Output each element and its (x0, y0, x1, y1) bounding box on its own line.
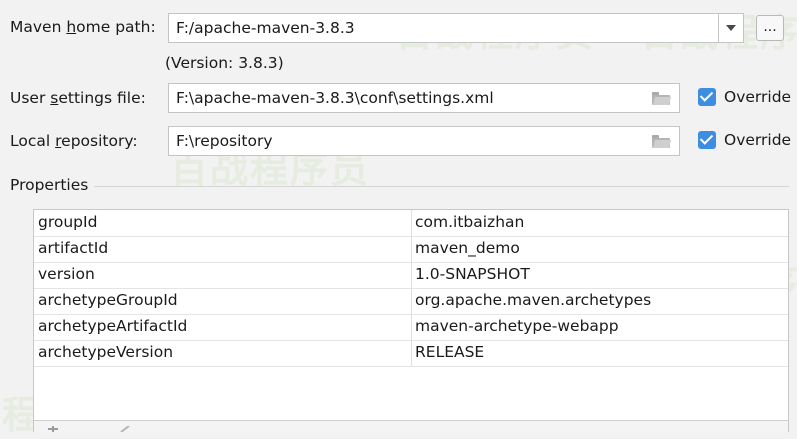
dropdown-button[interactable] (718, 14, 743, 42)
user-settings-field[interactable]: F:\apache-maven-3.8.3\conf\settings.xml (168, 83, 680, 113)
add-icon[interactable] (48, 426, 58, 432)
table-row[interactable]: archetypeVersion RELEASE (34, 340, 788, 367)
edit-icon[interactable] (120, 426, 130, 432)
property-key[interactable]: archetypeGroupId (38, 291, 178, 309)
table-row[interactable]: artifactId maven_demo (34, 236, 788, 263)
separator-line (94, 186, 789, 187)
user-settings-label: User settings file: (10, 89, 146, 107)
user-settings-override-label[interactable]: Override (724, 88, 791, 106)
local-repository-label: Local repository: (10, 132, 138, 150)
properties-title: Properties (10, 176, 89, 194)
table-row[interactable]: groupId com.itbaizhan (34, 210, 788, 237)
property-value[interactable]: RELEASE (415, 343, 484, 361)
properties-table[interactable]: groupId com.itbaizhan artifactId maven_d… (33, 209, 789, 433)
maven-home-value[interactable]: F:/apache-maven-3.8.3 (176, 19, 355, 37)
local-repository-field[interactable]: F:\repository (168, 126, 680, 156)
property-key[interactable]: artifactId (38, 239, 108, 257)
property-key[interactable]: version (38, 265, 95, 283)
table-row[interactable]: archetypeArtifactId maven-archetype-weba… (34, 314, 788, 341)
property-value[interactable]: 1.0-SNAPSHOT (415, 265, 530, 283)
table-row[interactable]: archetypeGroupId org.apache.maven.archet… (34, 288, 788, 315)
property-value[interactable]: maven_demo (415, 239, 520, 257)
property-key[interactable]: archetypeArtifactId (38, 317, 187, 335)
user-settings-value[interactable]: F:\apache-maven-3.8.3\conf\settings.xml (176, 89, 494, 107)
local-repository-value[interactable]: F:\repository (176, 132, 273, 150)
maven-version-text: (Version: 3.8.3) (165, 54, 284, 72)
folder-icon[interactable] (652, 92, 672, 105)
table-row[interactable]: version 1.0-SNAPSHOT (34, 262, 788, 289)
property-key[interactable]: groupId (38, 213, 97, 231)
properties-toolbar (34, 420, 788, 433)
property-key[interactable]: archetypeVersion (38, 343, 173, 361)
folder-icon[interactable] (652, 135, 672, 148)
property-value[interactable]: com.itbaizhan (415, 213, 524, 231)
maven-home-combobox[interactable]: F:/apache-maven-3.8.3 (168, 13, 744, 43)
local-repository-override-label[interactable]: Override (724, 131, 791, 149)
browse-maven-home-button[interactable]: ... (756, 15, 784, 41)
property-value[interactable]: maven-archetype-webapp (415, 317, 619, 335)
user-settings-override-checkbox[interactable] (698, 88, 716, 106)
property-value[interactable]: org.apache.maven.archetypes (415, 291, 651, 309)
maven-home-label: Maven home path: (10, 18, 156, 36)
local-repository-override-checkbox[interactable] (698, 131, 716, 149)
chevron-down-icon (726, 25, 736, 31)
